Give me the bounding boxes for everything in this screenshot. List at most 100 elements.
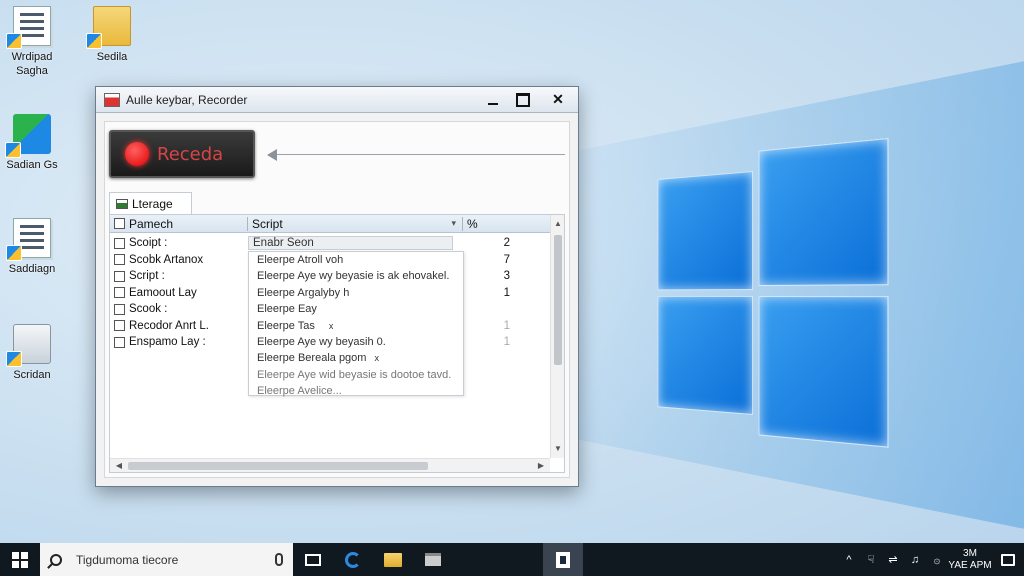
desktop-icon-wordpad[interactable]: Wrdipad Sagha	[0, 6, 64, 78]
row-name: Enspamo Lay :	[129, 336, 206, 349]
dropdown-item[interactable]: Eleerpe Aye wid beyasie is dootoe tavd.	[249, 367, 463, 383]
row-name: Scoipt :	[129, 237, 168, 250]
volume-icon[interactable]: ♫	[904, 554, 926, 566]
dropdown-item[interactable]: Eleerpe Aye wy beyasih 0.	[249, 334, 463, 350]
dropdown-mark: x	[328, 320, 334, 331]
taskbar-recorder-app[interactable]	[543, 543, 583, 576]
taskbar-store[interactable]	[413, 543, 453, 576]
script-file-icon	[114, 237, 125, 249]
dropdown-item-text: Eleerpe Bereala pgom	[257, 352, 367, 365]
tiles-app-icon	[5, 114, 51, 158]
search-placeholder: Tigdumoma tiecore	[76, 552, 179, 567]
maximize-icon	[516, 93, 530, 107]
row-script-field[interactable]: Enabr Seon	[248, 236, 453, 251]
recorder-window: Aulle keybar, Recorder Receda Lterage Pa…	[95, 86, 579, 487]
maximize-button[interactable]	[508, 90, 538, 110]
script-table: Pamech Script ▾ % Scoipt : Enabr Seon 2 …	[109, 214, 565, 473]
shortcut-badge-icon	[6, 351, 22, 367]
dropdown-item-text: Eleerpe Eay	[257, 303, 317, 316]
column-header-label: Script	[252, 216, 283, 231]
people-icon[interactable]: ☟	[860, 553, 882, 566]
minimize-button[interactable]	[478, 90, 508, 110]
dropdown-item[interactable]: Eleerpe Atroll voh	[249, 252, 463, 268]
app-icon	[104, 92, 120, 107]
desktop-icon-label: Scridan	[13, 369, 51, 381]
slider-thumb[interactable]	[267, 149, 277, 161]
window-titlebar[interactable]: Aulle keybar, Recorder	[96, 87, 578, 113]
system-tray: ^ ☟ ⇌ ♫ ۞ 3M YAE APM	[838, 543, 1024, 576]
scrollbar-thumb[interactable]	[554, 235, 562, 365]
taskbar-edge[interactable]	[333, 543, 373, 576]
script-dropdown-list: Eleerpe Atroll voh Eleerpe Aye wy beyasi…	[248, 251, 464, 399]
desktop-icon-documents[interactable]: Saddiagn	[0, 218, 64, 276]
start-button[interactable]	[0, 543, 40, 576]
dropdown-item[interactable]: Eleerpe Avelice...	[249, 383, 463, 399]
script-file-icon	[114, 254, 125, 266]
search-icon	[50, 553, 62, 566]
playback-slider[interactable]	[267, 149, 565, 161]
language-icon[interactable]: ۞	[926, 553, 948, 566]
shortcut-badge-icon	[86, 33, 102, 49]
windows-logo-wallpaper	[657, 137, 890, 453]
folder-icon	[86, 6, 131, 49]
close-button[interactable]	[538, 90, 578, 110]
scroll-down-icon[interactable]: ▼	[551, 442, 565, 456]
store-icon	[425, 553, 441, 566]
dropdown-item[interactable]: Eleerpe Tas x	[249, 318, 463, 334]
desktop-icon-label: Sedila	[96, 51, 128, 63]
tab-storage[interactable]: Lterage	[109, 192, 192, 214]
row-name: Recodor Anrt L.	[129, 319, 209, 332]
microphone-icon[interactable]	[275, 553, 283, 566]
network-icon[interactable]: ⇌	[882, 553, 904, 566]
logo-pane	[657, 171, 754, 291]
dropdown-item[interactable]: Eleerpe Argalyby h	[249, 285, 463, 301]
notification-icon	[1001, 553, 1015, 566]
desktop-icon-label: Wrdipad Sagha	[11, 51, 53, 77]
dropdown-item[interactable]: Eleerpe Eay	[249, 301, 463, 317]
script-file-icon	[114, 287, 125, 299]
script-file-icon	[114, 320, 125, 332]
vertical-scrollbar[interactable]: ▲ ▼	[550, 215, 564, 458]
column-header-label: Pamech	[129, 216, 174, 231]
horizontal-scrollbar[interactable]: ◀ ▶	[110, 458, 550, 472]
taskbar-clock[interactable]: 3M YAE APM	[948, 548, 992, 572]
shortcut-badge-icon	[5, 142, 21, 158]
windows-start-icon	[12, 551, 28, 568]
script-file-icon	[114, 336, 125, 348]
sort-arrow-icon: ▾	[451, 218, 456, 228]
column-header-count[interactable]: %	[463, 217, 564, 231]
desktop-icon-folder[interactable]: Sedila	[80, 6, 144, 64]
slider-track	[277, 154, 565, 155]
edge-browser-icon	[345, 551, 361, 568]
desktop-icon-tiles-app[interactable]: Sadian Gs	[0, 114, 64, 172]
box-app-icon	[6, 324, 51, 367]
window-content: Receda Lterage Pamech Script ▾ % Scoipt …	[104, 121, 570, 478]
scroll-up-icon[interactable]: ▲	[551, 217, 565, 231]
task-view-button[interactable]	[293, 543, 333, 576]
dropdown-mark: x	[374, 353, 379, 364]
window-title: Aulle keybar, Recorder	[126, 92, 248, 107]
minimize-icon	[488, 95, 498, 105]
action-center-button[interactable]	[992, 543, 1024, 576]
shortcut-badge-icon	[6, 33, 22, 49]
dropdown-item[interactable]: Eleerpe Aye wy beyasie is ak ehovakel.	[249, 268, 463, 284]
table-row[interactable]: Scoipt : Enabr Seon 2	[110, 235, 566, 252]
record-button[interactable]: Receda	[109, 130, 255, 178]
taskbar: Tigdumoma tiecore ^ ☟ ⇌ ♫ ۞ 3M YAE APM	[0, 543, 1024, 576]
shortcut-badge-icon	[6, 245, 22, 261]
file-explorer-icon	[384, 552, 402, 567]
column-header-name[interactable]: Pamech	[110, 216, 248, 231]
scroll-right-icon[interactable]: ▶	[534, 459, 548, 473]
desktop-icon-label: Saddiagn	[8, 263, 56, 275]
row-name: Script :	[129, 270, 165, 283]
scroll-left-icon[interactable]: ◀	[112, 459, 126, 473]
scrollbar-thumb[interactable]	[128, 462, 428, 470]
show-hidden-icons-icon[interactable]: ^	[838, 554, 860, 566]
dropdown-item[interactable]: Eleerpe Bereala pgom x	[249, 350, 463, 366]
document-icon	[6, 6, 51, 49]
desktop-icon-box-app[interactable]: Scridan	[0, 324, 64, 382]
taskbar-file-explorer[interactable]	[373, 543, 413, 576]
task-view-icon	[305, 553, 321, 566]
taskbar-search-box[interactable]: Tigdumoma tiecore	[40, 543, 293, 576]
column-header-script[interactable]: Script ▾	[248, 216, 463, 231]
